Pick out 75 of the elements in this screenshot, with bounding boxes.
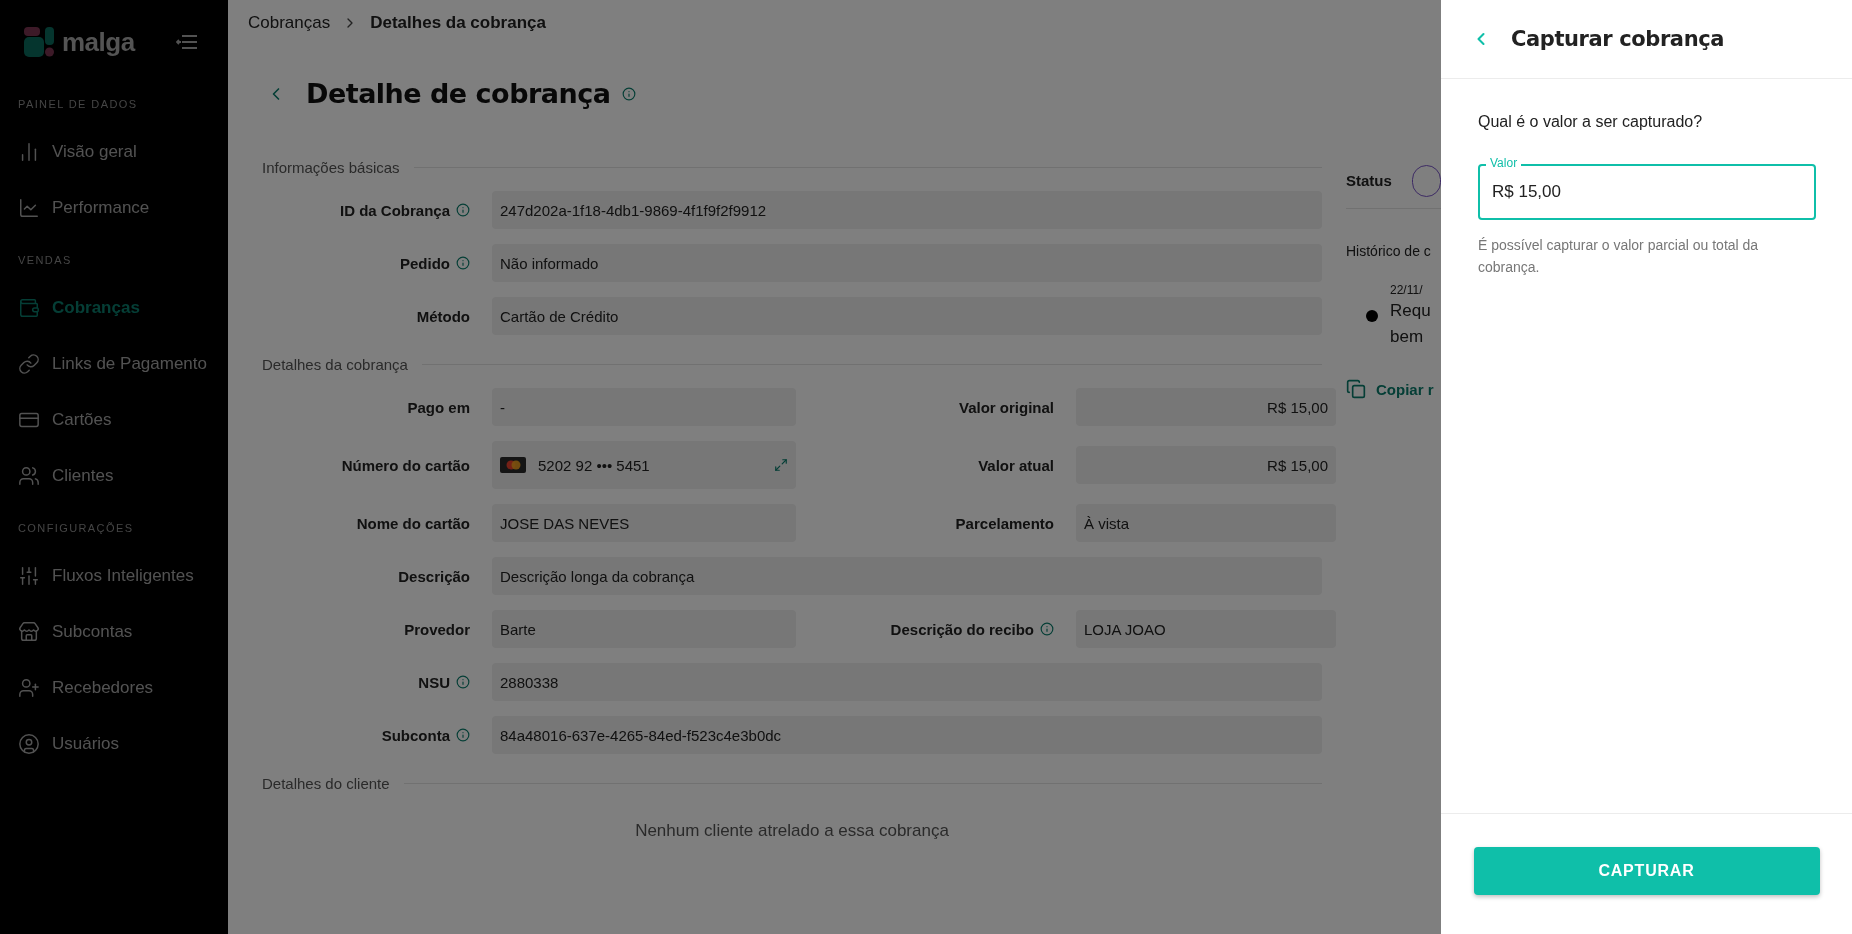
nav-item[interactable]: Clientes	[0, 448, 228, 504]
breadcrumb-link[interactable]: Cobranças	[248, 13, 331, 33]
timeline-dot	[1366, 310, 1378, 322]
field-label: NSU	[418, 673, 450, 691]
field-value: Barte	[492, 610, 796, 648]
nav-item[interactable]: Subcontas	[0, 604, 228, 660]
capture-button[interactable]: CAPTURAR	[1473, 847, 1820, 895]
info-icon	[622, 86, 637, 101]
nav-item[interactable]: Links de Pagamento	[0, 336, 228, 392]
nav-item[interactable]: Visão geral	[0, 124, 228, 180]
field-label: Valor atual	[978, 456, 1054, 474]
nav-item[interactable]: Cobranças	[0, 280, 228, 336]
nav-item[interactable]: Performance	[0, 180, 228, 236]
drawer-title: Capturar cobrança	[1511, 27, 1724, 51]
nav-item[interactable]: Cartões	[0, 392, 228, 448]
field-label: ID da Cobrança	[339, 201, 450, 219]
field-label: Parcelamento	[955, 514, 1054, 532]
nav-section-title: VENDAS	[17, 254, 73, 266]
helper-text: É possível capturar o valor parcial ou total da cobrança.	[1478, 236, 1760, 277]
expand-icon[interactable]	[774, 458, 788, 472]
nav-item[interactable]: Usuários	[0, 716, 228, 772]
card-number: 5202 92 ••• 5451	[538, 456, 651, 474]
nav-section-title: CONFIGURAÇÕES	[17, 522, 135, 534]
field-value: -	[492, 388, 796, 426]
field-value: R$ 15,00	[1076, 388, 1336, 426]
field-label: Valor original	[958, 398, 1054, 416]
empty-message: Nenhum cliente atrelado a essa cobrança	[634, 821, 950, 841]
nav-icon	[18, 677, 40, 699]
nav-icon	[18, 197, 40, 219]
nav-item[interactable]: Recebedores	[0, 660, 228, 716]
field-value: Descrição longa da cobrança	[492, 557, 1322, 595]
field-value: JOSE DAS NEVES	[492, 504, 796, 542]
field-value: Não informado	[492, 244, 1322, 282]
history-text: bem	[1390, 326, 1425, 348]
breadcrumb-link[interactable]: Detalhes da cobrança	[370, 13, 546, 33]
nav-icon	[18, 733, 40, 755]
logo-icon	[24, 27, 54, 57]
copy-link[interactable]: Copiar r	[1346, 379, 1441, 399]
nav-item[interactable]: Fluxos Inteligentes	[0, 548, 228, 604]
history-title: Histórico de c	[1346, 243, 1432, 259]
field-label: Descrição	[398, 567, 470, 585]
section-title: Detalhes da cobrança	[262, 355, 408, 373]
section-title: Detalhes do cliente	[262, 774, 390, 792]
nav-icon	[18, 297, 40, 319]
field-label: Provedor	[404, 620, 470, 638]
field-label: Descrição do recibo	[890, 620, 1034, 638]
nav-icon	[18, 353, 40, 375]
card-brand-icon	[500, 457, 526, 473]
field-label: Pedido	[400, 254, 450, 272]
section-title: Informações básicas	[262, 158, 400, 176]
field-label: Número do cartão	[341, 456, 470, 474]
field-value: 2880338	[492, 663, 1322, 701]
field-label: Subconta	[381, 726, 450, 744]
nav-icon	[18, 621, 40, 643]
page-title: Detalhe de cobrança	[306, 78, 611, 109]
nav-section-title: PAINEL DE DADOS	[17, 98, 139, 110]
question-text: Qual é o valor a ser capturado?	[1478, 113, 1704, 131]
field-label: Pago em	[407, 398, 470, 416]
copy-icon	[1346, 379, 1366, 399]
field-value: R$ 15,00	[1076, 446, 1336, 484]
brand-name: malga	[62, 26, 135, 58]
field-label: Valor	[1486, 156, 1522, 170]
field-value: À vista	[1076, 504, 1336, 542]
nav-icon	[18, 565, 40, 587]
field-value: Cartão de Crédito	[492, 297, 1322, 335]
field-value: LOJA JOAO	[1076, 610, 1336, 648]
menu-icon[interactable]	[176, 34, 198, 50]
status-label: Status	[1346, 172, 1392, 189]
field-label: Nome do cartão	[356, 514, 470, 532]
field-value: 84a48016-637e-4265-84ed-f523c4e3b0dc	[492, 716, 1322, 754]
field-label: Método	[416, 307, 470, 325]
history-text: Requ	[1390, 300, 1431, 322]
nav-icon	[18, 465, 40, 487]
field-value: 247d202a-1f18-4db1-9869-4f1f9f2f9912	[492, 191, 1322, 229]
history-date: 22/11/	[1390, 283, 1424, 297]
